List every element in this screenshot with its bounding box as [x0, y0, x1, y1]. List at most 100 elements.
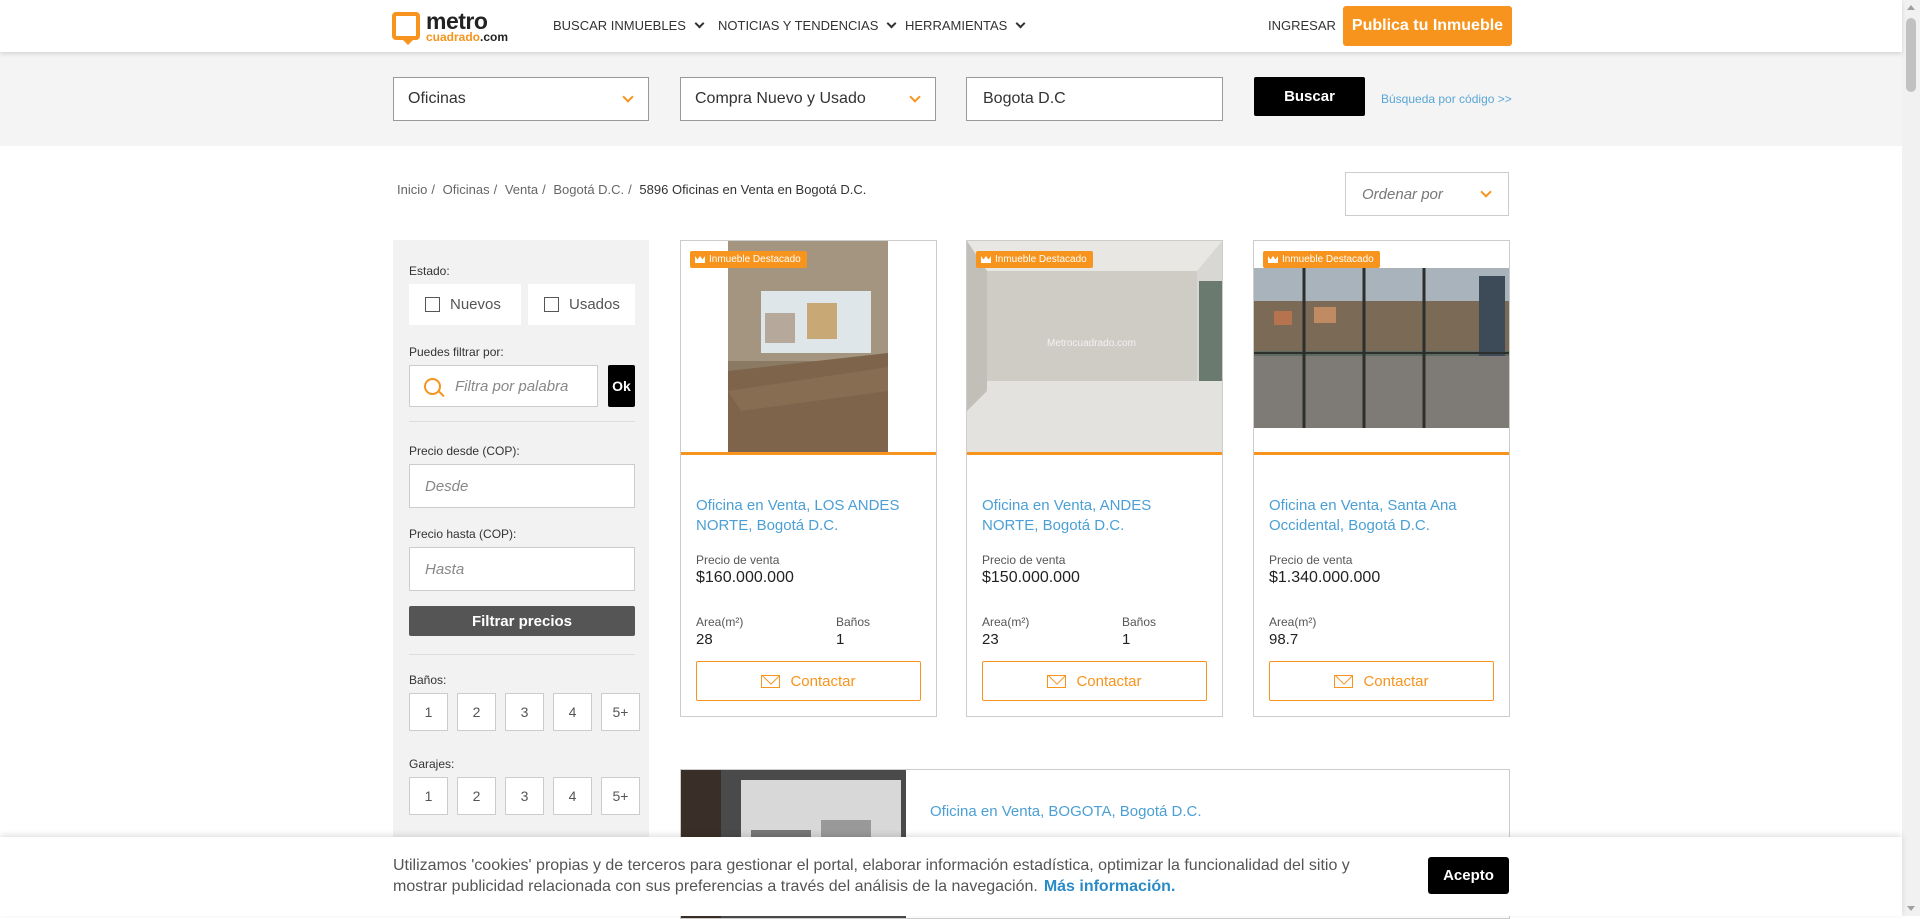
- area-label: Area(m²): [696, 615, 744, 629]
- listing-title[interactable]: Oficina en Venta, ANDES NORTE, Bogotá D.…: [982, 496, 1208, 536]
- price-from-label: Precio desde (COP):: [409, 444, 520, 458]
- envelope-icon: [761, 674, 781, 688]
- price-label: Precio de venta: [1269, 553, 1353, 567]
- banos-option[interactable]: 2: [457, 693, 496, 731]
- listing-title[interactable]: Oficina en Venta, BOGOTA, Bogotá D.C.: [930, 803, 1202, 820]
- listing-photo[interactable]: [681, 241, 936, 455]
- checkbox-icon: [425, 297, 440, 312]
- divider: [409, 654, 635, 655]
- cookie-banner: Utilizamos 'cookies' propias y de tercer…: [0, 837, 1902, 916]
- breadcrumb-bogota[interactable]: Bogotá D.C.: [553, 182, 624, 197]
- banos-options: 1 2 3 4 5+: [409, 693, 640, 731]
- search-bar: [0, 52, 1902, 146]
- banos-label: Baños:: [409, 673, 447, 687]
- breadcrumb-current: 5896 Oficinas en Venta en Bogotá D.C.: [639, 182, 867, 197]
- metrocuadrado-logo[interactable]: metro cuadrado.com: [392, 8, 522, 45]
- word-filter-label: Puedes filtrar por:: [409, 345, 504, 359]
- garajes-option[interactable]: 3: [505, 777, 544, 815]
- listing-card[interactable]: Inmueble Destacado Oficina en Venta, San…: [1253, 240, 1510, 717]
- nav-buscar-inmuebles[interactable]: BUSCAR INMUEBLES: [553, 18, 705, 33]
- breadcrumb-inicio[interactable]: Inicio: [397, 182, 427, 197]
- envelope-icon: [1334, 674, 1354, 688]
- featured-badge: Inmueble Destacado: [690, 251, 807, 268]
- office-photo-image: [681, 241, 936, 452]
- site-header: metro cuadrado.com BUSCAR INMUEBLES NOTI…: [0, 0, 1902, 52]
- price-label: Precio de venta: [982, 553, 1066, 567]
- banos-option[interactable]: 1: [409, 693, 448, 731]
- estado-label: Estado:: [409, 264, 450, 278]
- crown-icon: [981, 256, 991, 263]
- banos-value: 1: [836, 631, 845, 648]
- garajes-option[interactable]: 2: [457, 777, 496, 815]
- listing-photo[interactable]: Metrocuadrado.com: [967, 241, 1222, 455]
- scroll-down-arrow-icon[interactable]: [1907, 906, 1915, 911]
- listing-price: $160.000.000: [696, 569, 794, 586]
- sort-select[interactable]: Ordenar por: [1345, 172, 1509, 216]
- filter-prices-button[interactable]: Filtrar precios: [409, 606, 635, 636]
- area-label: Area(m²): [1269, 615, 1317, 629]
- usados-checkbox[interactable]: Usados: [528, 284, 635, 325]
- logo-bubble-icon: [392, 12, 420, 45]
- nuevos-checkbox[interactable]: Nuevos: [409, 284, 521, 325]
- page-scrollbar[interactable]: [1902, 0, 1920, 916]
- listing-title[interactable]: Oficina en Venta, LOS ANDES NORTE, Bogot…: [696, 496, 922, 536]
- garajes-option[interactable]: 5+: [601, 777, 640, 815]
- area-value: 98.7: [1269, 631, 1299, 648]
- price-to-label: Precio hasta (COP):: [409, 527, 517, 541]
- nav-herramientas[interactable]: HERRAMIENTAS: [905, 18, 1026, 33]
- chevron-down-icon: [909, 91, 921, 103]
- scrollbar-thumb[interactable]: [1906, 18, 1916, 92]
- envelope-icon: [1047, 674, 1067, 688]
- featured-badge: Inmueble Destacado: [976, 251, 1093, 268]
- contact-button[interactable]: Contactar: [696, 661, 921, 701]
- word-filter-input[interactable]: Filtra por palabra: [409, 365, 598, 407]
- search-button[interactable]: Buscar: [1254, 77, 1365, 116]
- listing-photo[interactable]: [1254, 241, 1509, 455]
- office-photo-image: [1254, 241, 1509, 452]
- garajes-options: 1 2 3 4 5+: [409, 777, 640, 815]
- logo-sub-text: cuadrado.com: [426, 30, 509, 44]
- publish-property-button[interactable]: Publica tu Inmueble: [1343, 6, 1512, 46]
- banos-label: Baños: [1122, 615, 1157, 629]
- featured-badge: Inmueble Destacado: [1263, 251, 1380, 268]
- banos-option[interactable]: 5+: [601, 693, 640, 731]
- listing-card[interactable]: Inmueble Destacado Oficina en Venta, LOS…: [680, 240, 937, 717]
- contact-button[interactable]: Contactar: [982, 661, 1207, 701]
- listing-price: $1.340.000.000: [1269, 569, 1381, 586]
- garajes-option[interactable]: 4: [553, 777, 592, 815]
- area-label: Area(m²): [982, 615, 1030, 629]
- contact-button[interactable]: Contactar: [1269, 661, 1494, 701]
- crown-icon: [695, 256, 705, 263]
- chevron-down-icon: [622, 91, 634, 103]
- listing-title[interactable]: Oficina en Venta, Santa Ana Occidental, …: [1269, 496, 1495, 536]
- location-input[interactable]: Bogota D.C: [966, 77, 1223, 121]
- crown-icon: [1268, 256, 1278, 263]
- nav-noticias-tendencias[interactable]: NOTICIAS Y TENDENCIAS: [718, 18, 897, 33]
- banos-value: 1: [1122, 631, 1131, 648]
- chevron-down-icon: [694, 18, 705, 29]
- chevron-down-icon: [1015, 18, 1026, 29]
- scroll-up-arrow-icon[interactable]: [1907, 5, 1915, 10]
- breadcrumb-oficinas[interactable]: Oficinas: [443, 182, 490, 197]
- cookie-text: Utilizamos 'cookies' propias y de tercer…: [393, 857, 1350, 895]
- transaction-type-select[interactable]: Compra Nuevo y Usado: [680, 77, 936, 121]
- area-value: 23: [982, 631, 999, 648]
- banos-option[interactable]: 4: [553, 693, 592, 731]
- garajes-option[interactable]: 1: [409, 777, 448, 815]
- breadcrumb-venta[interactable]: Venta: [505, 182, 538, 197]
- banos-option[interactable]: 3: [505, 693, 544, 731]
- price-from-input[interactable]: Desde: [409, 464, 635, 508]
- banos-label: Baños: [836, 615, 871, 629]
- search-by-code-link[interactable]: Búsqueda por código >>: [1381, 92, 1512, 106]
- accept-cookies-button[interactable]: Acepto: [1428, 857, 1509, 894]
- listing-card[interactable]: Metrocuadrado.com Inmueble Destacado Ofi…: [966, 240, 1223, 717]
- login-link[interactable]: INGRESAR: [1268, 18, 1336, 33]
- word-filter-ok-button[interactable]: Ok: [608, 365, 635, 407]
- photo-watermark: Metrocuadrado.com: [1047, 338, 1136, 349]
- price-to-input[interactable]: Hasta: [409, 547, 635, 591]
- property-type-select[interactable]: Oficinas: [393, 77, 649, 121]
- filter-sidebar: Estado: Nuevos Usados Puedes filtrar por…: [393, 240, 649, 916]
- chevron-down-icon: [1480, 186, 1492, 198]
- more-info-link[interactable]: Más información.: [1044, 878, 1176, 895]
- listing-price: $150.000.000: [982, 569, 1080, 586]
